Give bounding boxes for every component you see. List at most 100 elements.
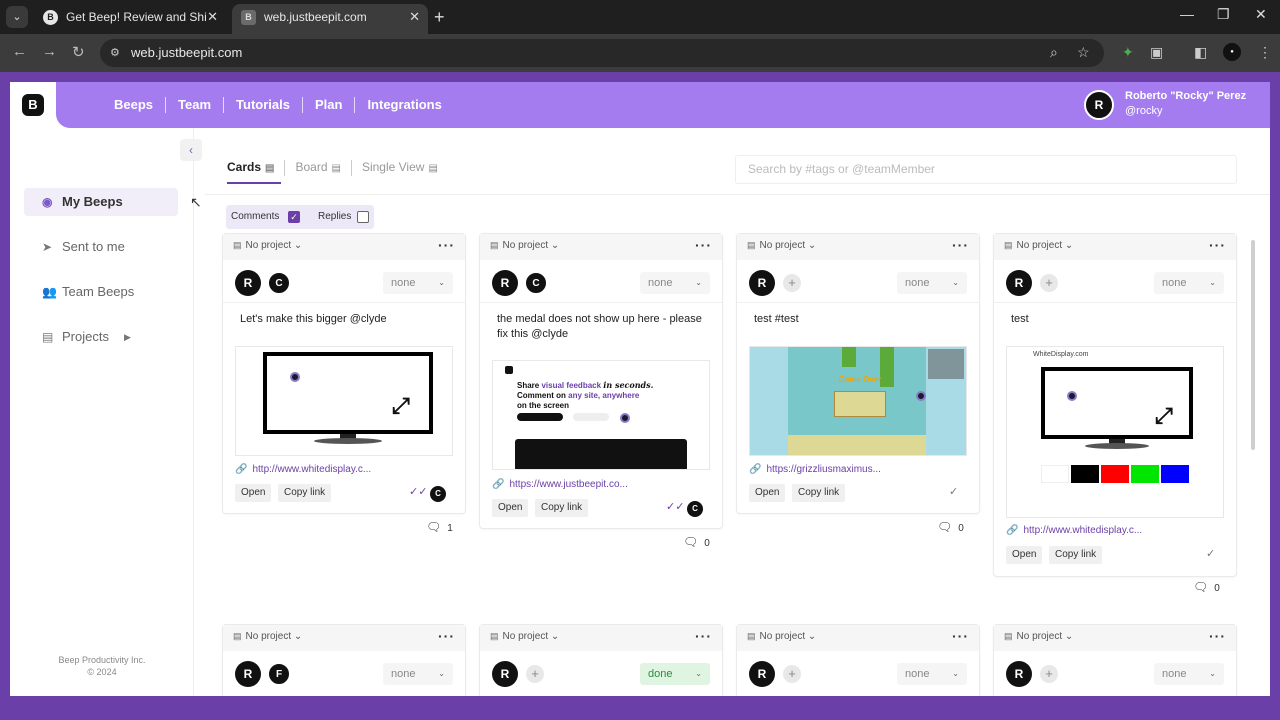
- comments-checkbox[interactable]: ✓: [288, 211, 300, 223]
- new-tab-icon[interactable]: +: [434, 6, 445, 28]
- page-link[interactable]: 🔗 https://www.justbeepit.co...: [492, 479, 628, 490]
- copy-link-button[interactable]: Copy link: [535, 499, 589, 517]
- open-button[interactable]: Open: [235, 484, 272, 502]
- open-button[interactable]: Open: [749, 484, 786, 502]
- nav-tutorials[interactable]: Tutorials: [223, 97, 302, 113]
- add-member-icon[interactable]: +: [1040, 274, 1058, 292]
- comment-count[interactable]: 🗨 0: [683, 535, 710, 549]
- beep-screenshot[interactable]: WhiteDisplay.com ⤢: [1006, 346, 1224, 518]
- beep-card[interactable]: ▤ No project ⌄ ··· R C none ⌄ Let's make t…: [222, 233, 466, 534]
- bookmark-star-icon[interactable]: ☆: [1077, 44, 1090, 61]
- browser-menu-icon[interactable]: ⋮: [1258, 44, 1272, 61]
- replies-checkbox[interactable]: [357, 211, 369, 223]
- add-member-icon[interactable]: +: [783, 274, 801, 292]
- address-bar[interactable]: ⚙ web.justbeepit.com ⌕ ☆: [100, 39, 1104, 67]
- beep-screenshot[interactable]: Game Over: [749, 346, 967, 456]
- close-tab-icon[interactable]: ✕: [409, 4, 420, 30]
- sidebar-item-my-beeps[interactable]: ◉ My Beeps: [24, 188, 178, 216]
- beep-card[interactable]: ▤ No project ⌄ ··· R + none ⌄: [736, 624, 980, 696]
- collapse-sidebar-icon[interactable]: ‹: [180, 139, 202, 161]
- more-options-icon[interactable]: ···: [1209, 625, 1226, 647]
- nav-integrations[interactable]: Integrations: [354, 97, 453, 113]
- zoom-search-icon[interactable]: ⌕: [1050, 44, 1058, 61]
- beep-screenshot[interactable]: ⤢: [235, 346, 453, 456]
- nav-plan[interactable]: Plan: [301, 97, 354, 113]
- side-panel-icon[interactable]: ◧: [1194, 44, 1207, 61]
- page-link[interactable]: 🔗 http://www.whitedisplay.c...: [1006, 525, 1142, 536]
- more-options-icon[interactable]: ···: [695, 234, 712, 256]
- comment-count[interactable]: 🗨 0: [1193, 580, 1220, 594]
- more-options-icon[interactable]: ···: [438, 234, 455, 256]
- more-options-icon[interactable]: ···: [952, 234, 969, 256]
- expand-caret-icon[interactable]: ▶: [124, 323, 131, 351]
- scrollbar[interactable]: [1251, 240, 1255, 450]
- more-options-icon[interactable]: ···: [695, 625, 712, 647]
- status-dropdown[interactable]: none ⌄: [640, 272, 710, 294]
- page-link[interactable]: 🔗 http://www.whitedisplay.c...: [235, 464, 371, 475]
- more-options-icon[interactable]: ···: [1209, 234, 1226, 256]
- maximize-icon[interactable]: ❐: [1217, 6, 1230, 23]
- add-member-icon[interactable]: +: [783, 665, 801, 683]
- tab-search-icon[interactable]: ⌄: [6, 6, 28, 28]
- tab-cards[interactable]: Cards ▤: [227, 160, 284, 176]
- project-selector[interactable]: ▤ No project ⌄: [490, 240, 559, 251]
- close-tab-icon[interactable]: ✕: [207, 4, 218, 30]
- extension-icon[interactable]: ✦: [1122, 44, 1134, 61]
- user-avatar[interactable]: R: [1084, 90, 1114, 120]
- sidebar-item-projects[interactable]: ▤ Projects ▶: [24, 323, 178, 351]
- project-selector[interactable]: ▤ No project ⌄: [1004, 631, 1073, 642]
- beep-logo[interactable]: B: [22, 94, 44, 116]
- status-dropdown[interactable]: none ⌄: [1154, 272, 1224, 294]
- sidebar-item-team-beeps[interactable]: 👥 Team Beeps: [24, 278, 178, 306]
- comment-count[interactable]: 🗨 0: [937, 520, 964, 534]
- nav-beeps[interactable]: Beeps: [114, 97, 165, 113]
- site-info-icon[interactable]: ⚙: [110, 46, 124, 60]
- status-dropdown[interactable]: none ⌄: [383, 272, 453, 294]
- reload-icon[interactable]: ↻: [72, 43, 85, 61]
- profile-avatar[interactable]: ●: [1223, 43, 1241, 61]
- beep-card[interactable]: ▤ No project ⌄ ··· R + none ⌄ test #test G…: [736, 233, 980, 534]
- beep-card[interactable]: ▤ No project ⌄ ··· R C none ⌄ the medal do…: [479, 233, 723, 549]
- comment-count[interactable]: 🗨 1: [426, 520, 453, 534]
- sidebar-item-label: Team Beeps: [62, 284, 135, 299]
- project-selector[interactable]: ▤ No project ⌄: [233, 240, 302, 251]
- back-icon[interactable]: ←: [12, 43, 27, 60]
- sidebar-item-sent-to-me[interactable]: ➤ Sent to me: [24, 233, 178, 261]
- project-selector[interactable]: ▤ No project ⌄: [1004, 240, 1073, 251]
- status-dropdown[interactable]: none ⌄: [897, 663, 967, 685]
- status-dropdown[interactable]: none ⌄: [383, 663, 453, 685]
- project-selector[interactable]: ▤ No project ⌄: [490, 631, 559, 642]
- beep-card[interactable]: ▤ No project ⌄ ··· R + none ⌄: [993, 624, 1237, 696]
- search-input[interactable]: Search by #tags or @teamMember: [735, 155, 1237, 184]
- status-dropdown[interactable]: done ⌄: [640, 663, 710, 685]
- cards-view-icon: ▤: [265, 163, 275, 174]
- browser-tab[interactable]: B Get Beep! Review and Ship Web ✕: [34, 4, 226, 34]
- nav-team[interactable]: Team: [165, 97, 223, 113]
- add-member-icon[interactable]: +: [1040, 665, 1058, 683]
- tab-board[interactable]: Board ▤: [284, 160, 350, 176]
- add-member-icon[interactable]: +: [526, 665, 544, 683]
- more-options-icon[interactable]: ···: [438, 625, 455, 647]
- status-dropdown[interactable]: none ⌄: [1154, 663, 1224, 685]
- beep-card[interactable]: ▤ No project ⌄ ··· R F none ⌄: [222, 624, 466, 696]
- browser-tab-active[interactable]: B web.justbeepit.com ✕: [232, 4, 428, 34]
- open-button[interactable]: Open: [1006, 546, 1043, 564]
- open-button[interactable]: Open: [492, 499, 529, 517]
- minimize-icon[interactable]: —: [1180, 6, 1194, 22]
- close-window-icon[interactable]: ✕: [1255, 6, 1267, 23]
- page-link[interactable]: 🔗 https://grizzliusmaximus...: [749, 464, 881, 475]
- beep-card[interactable]: ▤ No project ⌄ ··· R + done ⌄: [479, 624, 723, 696]
- status-dropdown[interactable]: none ⌄: [897, 272, 967, 294]
- beep-screenshot[interactable]: Share visual feedback in seconds. Commen…: [492, 360, 710, 470]
- forward-icon[interactable]: →: [42, 43, 57, 60]
- project-selector[interactable]: ▤ No project ⌄: [747, 631, 816, 642]
- copy-link-button[interactable]: Copy link: [1049, 546, 1103, 564]
- copy-link-button[interactable]: Copy link: [278, 484, 332, 502]
- tab-single-view[interactable]: Single View ▤: [350, 160, 448, 176]
- beep-card[interactable]: ▤ No project ⌄ ··· R + none ⌄ test WhiteDi…: [993, 233, 1237, 577]
- project-selector[interactable]: ▤ No project ⌄: [747, 240, 816, 251]
- project-selector[interactable]: ▤ No project ⌄: [233, 631, 302, 642]
- extensions-puzzle-icon[interactable]: ▣: [1150, 44, 1163, 61]
- more-options-icon[interactable]: ···: [952, 625, 969, 647]
- copy-link-button[interactable]: Copy link: [792, 484, 846, 502]
